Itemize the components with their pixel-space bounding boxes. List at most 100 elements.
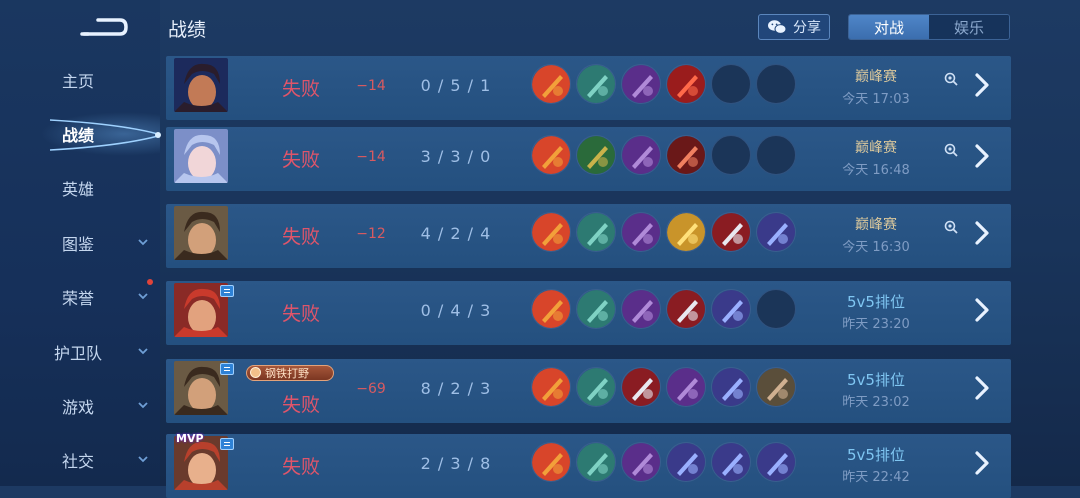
match-row[interactable]: 失败 −14 3 / 3 / 0 巅峰赛 今天 16:48 [166, 127, 1011, 191]
mode-tabs: 对战 娱乐 [848, 14, 1010, 40]
notification-dot [147, 279, 153, 285]
tab-battle[interactable]: 对战 [849, 15, 929, 39]
wechat-icon [768, 20, 787, 34]
kda: 4 / 2 / 4 [420, 224, 492, 243]
empty-item-slot [756, 289, 796, 329]
match-time: 昨天 22:42 [842, 470, 910, 485]
sidebar-item-label: 游戏 [61, 398, 94, 417]
item-icon [711, 289, 751, 329]
role-tag: 钢铁打野 [246, 365, 334, 381]
chevron-right-icon[interactable] [972, 450, 992, 476]
item-icon [531, 289, 571, 329]
watch-replay-icon[interactable] [944, 72, 958, 86]
item-icon [576, 442, 616, 482]
item-icon [576, 64, 616, 104]
score-delta: −12 [356, 226, 386, 242]
match-row[interactable]: 钢铁打野失败 −69 8 / 2 / 3 5v5排位昨天 23:02 [166, 359, 1011, 423]
kda: 2 / 3 / 8 [420, 454, 492, 473]
match-row[interactable]: 失败 0 / 4 / 3 5v5排位 昨天 23:20 [166, 281, 1011, 345]
item-icon [711, 442, 751, 482]
match-row[interactable]: 失败 −12 4 / 2 / 4 巅峰赛今天 16:30 [166, 204, 1011, 268]
match-row[interactable]: MVP 失败 2 / 3 / 8 5v5排位 昨天 22:42 [166, 432, 1011, 498]
match-time: 今天 17:03 [842, 92, 910, 107]
item-icon [531, 442, 571, 482]
game-mode: 5v5排位 [847, 293, 905, 311]
item-icon [666, 442, 706, 482]
sidebar-item-codex[interactable]: 图鉴 [0, 223, 160, 263]
sidebar-item-social[interactable]: 社交 [0, 440, 160, 480]
sidebar-item-heroes[interactable]: 英雄 [0, 168, 160, 208]
chat-badge-icon [220, 438, 234, 450]
item-icon [756, 367, 796, 407]
hero-portrait [174, 206, 228, 260]
item-icon [711, 367, 751, 407]
sidebar-item-games[interactable]: 游戏 [0, 386, 160, 426]
kda: 8 / 2 / 3 [420, 379, 492, 398]
item-icon [621, 64, 661, 104]
sidebar-item-honor[interactable]: 荣誉 [0, 277, 160, 317]
share-button[interactable]: 分享 [758, 14, 830, 40]
chevron-right-icon[interactable] [972, 72, 992, 98]
item-icon [531, 367, 571, 407]
item-icon [666, 135, 706, 175]
match-result: 失败 [281, 394, 320, 416]
chevron-right-icon[interactable] [972, 220, 992, 246]
chevron-down-icon [138, 456, 148, 463]
game-mode: 5v5排位 [847, 446, 905, 464]
match-time: 今天 16:48 [842, 163, 910, 178]
watch-replay-icon[interactable] [944, 143, 958, 157]
item-icon [666, 64, 706, 104]
sidebar-item-label: 战绩 [61, 126, 94, 145]
sidebar-item-label: 荣誉 [61, 289, 94, 308]
item-slots [531, 135, 796, 175]
match-time: 昨天 23:02 [842, 395, 910, 410]
empty-item-slot [756, 135, 796, 175]
share-label: 分享 [793, 20, 821, 36]
item-icon [666, 367, 706, 407]
item-slots [531, 289, 796, 329]
item-icon [621, 212, 661, 252]
game-mode: 5v5排位 [847, 371, 905, 389]
chevron-down-icon [138, 239, 148, 246]
game-mode: 巅峰赛 [855, 217, 897, 233]
chevron-right-icon[interactable] [972, 375, 992, 401]
item-icon [576, 135, 616, 175]
item-icon [756, 442, 796, 482]
item-icon [711, 212, 751, 252]
sidebar: 主页 战绩 英雄 图鉴 荣誉 护卫队 游戏 社交 [0, 0, 161, 486]
empty-item-slot [756, 64, 796, 104]
item-icon [621, 442, 661, 482]
hero-portrait [174, 129, 228, 183]
item-icon [666, 289, 706, 329]
sidebar-item-label: 图鉴 [61, 235, 94, 254]
score-delta: −14 [356, 149, 386, 165]
kda: 0 / 5 / 1 [420, 76, 492, 95]
match-result: 失败 [281, 226, 320, 248]
chat-badge-icon [220, 285, 234, 297]
match-time: 今天 16:30 [842, 240, 910, 255]
tab-entertainment[interactable]: 娱乐 [929, 15, 1009, 39]
back-icon[interactable] [80, 12, 128, 38]
chevron-right-icon[interactable] [972, 143, 992, 169]
sidebar-item-records[interactable]: 战绩 [0, 114, 160, 154]
page-title: 战绩 [168, 19, 207, 41]
item-icon [666, 212, 706, 252]
sidebar-item-label: 主页 [61, 72, 94, 91]
item-icon [576, 289, 616, 329]
watch-replay-icon[interactable] [944, 220, 958, 234]
score-delta: −69 [356, 381, 386, 397]
sidebar-item-guard[interactable]: 护卫队 [0, 332, 160, 372]
sidebar-item-home[interactable]: 主页 [0, 60, 160, 100]
sidebar-item-label: 英雄 [61, 180, 94, 199]
chat-badge-icon [220, 363, 234, 375]
match-row[interactable]: 失败 −14 0 / 5 / 1 巅峰赛 今天 17:03 [166, 56, 1011, 120]
chevron-right-icon[interactable] [972, 297, 992, 323]
item-icon [756, 212, 796, 252]
item-slots [531, 64, 796, 104]
kda: 3 / 3 / 0 [420, 147, 492, 166]
chevron-down-icon [138, 293, 148, 300]
empty-item-slot [711, 64, 751, 104]
game-mode: 巅峰赛 [855, 140, 897, 156]
match-result: 失败 [281, 78, 320, 100]
item-icon [576, 212, 616, 252]
